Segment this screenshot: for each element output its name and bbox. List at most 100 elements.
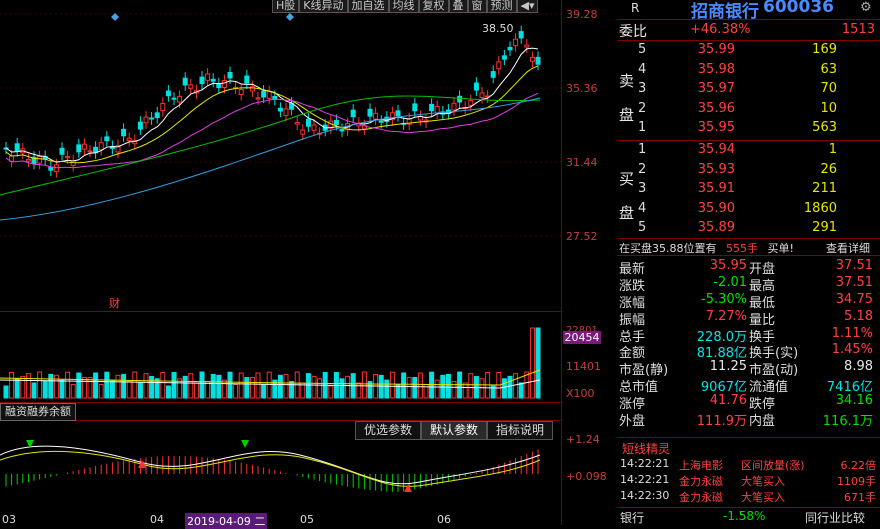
candle-body	[249, 86, 255, 92]
volume-bar	[160, 372, 166, 399]
candle-body	[529, 56, 535, 62]
volume-bar	[70, 383, 76, 399]
candle-body	[518, 31, 524, 39]
volume-bar	[317, 378, 323, 399]
sprite-row[interactable]: 14:22:30 金力永磁 大笔买入 671手	[619, 489, 880, 505]
price: 35.96	[697, 100, 735, 116]
tab-optimal-params[interactable]: 优选参数	[355, 421, 422, 440]
stat-value: 111.9万	[696, 414, 747, 430]
orderbook-row[interactable]: 3 35.97 70	[635, 81, 880, 101]
view-detail-link[interactable]: 查看详细	[826, 240, 870, 256]
volume: 1	[828, 142, 837, 157]
candle-body	[473, 82, 479, 91]
short-line-sprite: 14:22:21 上海电影 区间放量(涨) 6.22倍 14:22:21 金力永磁 大笔买入…	[619, 457, 880, 505]
sprite-value: 671手	[844, 491, 876, 504]
volume-bar	[434, 379, 440, 399]
level: 3	[638, 81, 647, 97]
volume-bar	[199, 371, 205, 399]
sell-orderbook: 5 35.99 169 4 35.98 63 3 35.97 70 2 35.96 10 1 35.95 5…	[635, 42, 880, 140]
volume: 291	[812, 220, 837, 236]
price: 35.90	[697, 200, 735, 216]
tab-default-params[interactable]: 默认参数	[421, 421, 488, 440]
volume-bar	[406, 377, 412, 399]
volume-bar	[305, 373, 311, 399]
volume: 563	[812, 120, 837, 136]
volume-bar	[513, 373, 519, 399]
stat-value: 8.98	[844, 359, 873, 375]
tab-indicator-help[interactable]: 指标说明	[487, 421, 554, 440]
volume-bar	[261, 383, 267, 399]
candle-body	[300, 129, 306, 135]
orderbook-row[interactable]: 2 35.93 26	[635, 162, 880, 182]
notice-volume: 555手	[726, 242, 758, 255]
level: 1	[638, 120, 647, 136]
sector-bar[interactable]: 银行 -1.58% 同行业比较	[619, 509, 880, 525]
axis-divider	[561, 0, 562, 525]
candle-body	[126, 137, 132, 142]
kline-chart[interactable]	[0, 0, 561, 525]
orderbook-row[interactable]: 4 35.90 1860	[635, 201, 880, 221]
candle-body	[395, 110, 401, 117]
volume-bar	[479, 378, 485, 399]
volume-bar	[535, 327, 541, 399]
orderbook-row[interactable]: 5 35.99 169	[635, 42, 880, 62]
candle-body	[311, 124, 317, 131]
stat-value: 41.76	[709, 393, 747, 409]
orderbook-row[interactable]: 3 35.91 211	[635, 181, 880, 201]
volume-bar	[115, 374, 121, 399]
volume-bar	[76, 372, 82, 399]
candle-body	[283, 108, 289, 117]
volume-bar	[412, 377, 418, 399]
moving-average-line	[5, 92, 539, 169]
price: 35.93	[697, 161, 735, 177]
sprite-value: 6.22倍	[840, 459, 877, 472]
volume-bar	[389, 371, 395, 399]
price: 35.91	[697, 181, 735, 197]
sprite-row[interactable]: 14:22:21 上海电影 区间放量(涨) 6.22倍	[619, 457, 880, 473]
volume: 63	[820, 61, 837, 77]
divider	[0, 311, 561, 312]
level: 5	[638, 42, 647, 57]
finance-marker[interactable]: 财	[109, 295, 120, 311]
volume: 10	[820, 100, 837, 116]
stat-value: 37.51	[835, 274, 873, 290]
candle-body	[490, 71, 496, 78]
stat-value: 5.18	[844, 308, 873, 324]
stock-header: R 招商银行 600036 ⚙	[603, 0, 880, 22]
sprite-value: 1109手	[837, 475, 876, 488]
r-marker: R	[631, 1, 640, 15]
date-label: 04	[150, 513, 164, 526]
settings-gear-icon[interactable]: ⚙	[860, 0, 872, 15]
candle-body	[199, 76, 205, 85]
orderbook-row[interactable]: 1 35.94 1	[635, 142, 880, 162]
volume-bar	[137, 382, 143, 399]
macd-dea-line	[0, 450, 541, 487]
volume-tick: 11401	[566, 360, 601, 373]
sprite-time: 14:22:30	[620, 489, 670, 502]
candle-body	[244, 75, 250, 84]
orderbook-row[interactable]: 1 35.95 563	[635, 120, 880, 140]
volume-bar	[289, 381, 295, 399]
volume-bar	[59, 379, 65, 399]
stat-value: 34.75	[835, 291, 873, 307]
candle-body	[210, 78, 216, 82]
candle-body	[104, 136, 110, 142]
sector-compare-link[interactable]: 同行业比较	[805, 509, 865, 526]
indicator-name-tab[interactable]: 融资融券余额	[0, 403, 76, 421]
orderbook-row[interactable]: 2 35.96 10	[635, 101, 880, 121]
level: 3	[638, 181, 647, 197]
sprite-row[interactable]: 14:22:21 金力永磁 大笔买入 1109手	[619, 473, 880, 489]
volume-bar	[9, 372, 15, 399]
stat-row: 涨跌 -2.01 最高 37.51	[619, 274, 880, 294]
orderbook-row[interactable]: 4 35.98 63	[635, 62, 880, 82]
candle-body	[98, 142, 104, 151]
stock-code: 600036	[763, 0, 834, 17]
macd-tick: +1.24	[566, 433, 600, 446]
date-label: 06	[437, 513, 451, 526]
stat-value: 7.27%	[705, 308, 747, 324]
volume-bar	[445, 373, 451, 399]
volume-bar	[210, 373, 216, 399]
candle-body	[468, 100, 474, 106]
volume-bar	[31, 382, 37, 399]
big-order-notice[interactable]: 在买盘35.88位置有 555手 买单!	[619, 240, 794, 256]
